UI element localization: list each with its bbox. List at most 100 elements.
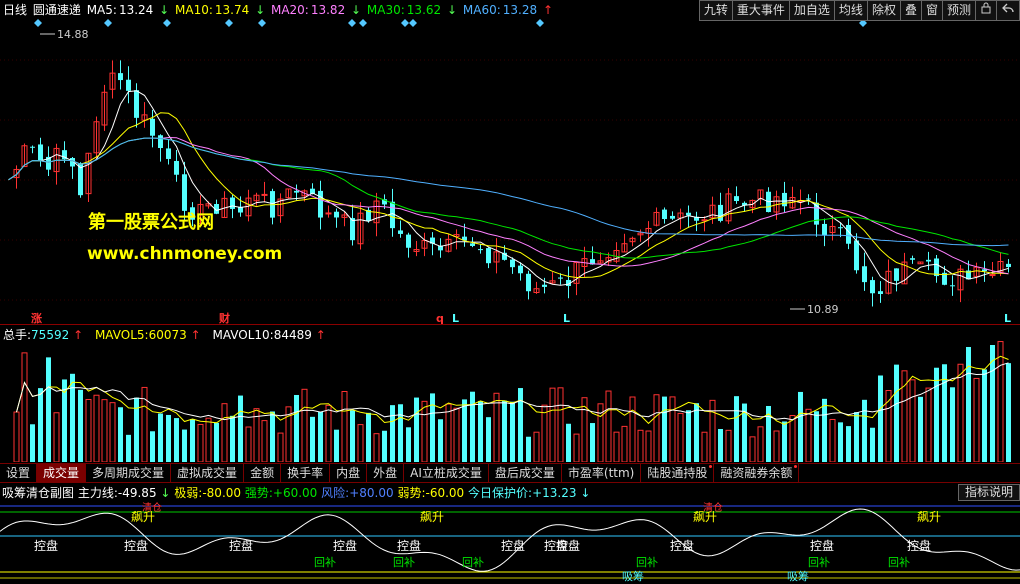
volume-bar bbox=[134, 397, 139, 462]
volume-bar bbox=[325, 404, 332, 462]
candle-body bbox=[486, 248, 491, 264]
event-marker-icon bbox=[348, 19, 356, 27]
event-marker-icon bbox=[163, 19, 171, 27]
volume-bar bbox=[373, 433, 380, 462]
candlestick-chart[interactable]: 14.8810.89涨财 q L L L bbox=[0, 0, 1020, 325]
candle-body bbox=[30, 146, 35, 148]
volume-bar bbox=[182, 429, 187, 462]
candle-body bbox=[261, 193, 268, 196]
control-label: 控盘 bbox=[907, 538, 931, 553]
candle-body bbox=[806, 198, 811, 200]
nine-turn-button[interactable]: 九转 bbox=[698, 0, 733, 21]
tab-8[interactable]: AI立桩成交量 bbox=[404, 464, 489, 483]
tab-7[interactable]: 外盘 bbox=[367, 464, 405, 483]
buyback-label: 回补 bbox=[462, 556, 484, 569]
volume-bar bbox=[854, 412, 859, 462]
volume-bar bbox=[445, 403, 452, 462]
period-label[interactable]: 日线 bbox=[3, 3, 27, 17]
major-events-button[interactable]: 重大事件 bbox=[731, 0, 790, 21]
tab-4[interactable]: 金额 bbox=[244, 464, 282, 483]
volume-bar bbox=[533, 431, 540, 462]
volume-bar bbox=[406, 427, 411, 462]
strong-label: 强势: bbox=[244, 486, 273, 500]
volume-bars[interactable] bbox=[0, 326, 1020, 462]
volume-bar bbox=[662, 396, 667, 462]
event-marker-icon bbox=[34, 19, 42, 27]
tab-3[interactable]: 虚拟成交量 bbox=[171, 464, 245, 483]
volume-bar bbox=[686, 410, 691, 462]
volume-bar bbox=[838, 422, 843, 462]
candle-body bbox=[150, 118, 155, 136]
extreme-weak-value: -80.00 bbox=[202, 486, 242, 500]
volume-bar bbox=[205, 417, 212, 462]
volume-bar bbox=[798, 391, 803, 462]
watermark-url: www.chnmoney.com bbox=[87, 244, 283, 264]
volume-bar bbox=[518, 388, 523, 462]
volume-bar bbox=[718, 428, 723, 462]
volume-chart[interactable]: 总手:75592 ↑ MAVOL5:60073 ↑ MAVOL10:84489 … bbox=[0, 326, 1020, 462]
indicator-chart[interactable]: 控盘 控盘 控盘 控盘 控盘 控盘 控盘 控盘 控盘 控盘 控盘 飙升 飙升 飙升 飙升 回补 回补 回补 回补 回补… bbox=[0, 484, 1020, 584]
chart-toolbar: 九转 重大事件 加自选 均线 除权 叠 窗 预测 bbox=[698, 0, 1020, 22]
indicator-legend: 吸筹清仓副图 主力线:-49.85 ↓ 极弱:-80.00 强势:+60.00 … bbox=[0, 484, 590, 502]
tab-5[interactable]: 换手率 bbox=[281, 464, 331, 483]
volume-bar bbox=[301, 388, 308, 462]
event-marker-icon bbox=[225, 19, 233, 27]
ma20-value: 13.82 bbox=[310, 3, 346, 17]
tab-11[interactable]: 陆股通持股 bbox=[641, 464, 715, 483]
risk-label: 风险: bbox=[321, 486, 350, 500]
volume-bar bbox=[486, 417, 491, 462]
event-marker-icon bbox=[409, 19, 417, 27]
window-button[interactable]: 窗 bbox=[920, 0, 943, 21]
volume-bar bbox=[318, 411, 323, 462]
notification-dot bbox=[794, 465, 798, 468]
volume-bar bbox=[709, 399, 716, 462]
forecast-button[interactable]: 预测 bbox=[941, 0, 976, 21]
moving-average-button[interactable]: 均线 bbox=[833, 0, 868, 21]
mavol5-value: 60073 bbox=[148, 328, 187, 342]
total-volume-arrow: ↑ bbox=[73, 328, 84, 342]
tab-2[interactable]: 多周期成交量 bbox=[86, 464, 172, 483]
indicator-name[interactable]: 吸筹清仓副图 bbox=[2, 486, 74, 500]
protect-price-label: 今日保护价: bbox=[468, 486, 533, 500]
volume-bar bbox=[549, 387, 556, 462]
volume-bar bbox=[669, 396, 676, 462]
event-marker-icon bbox=[401, 19, 409, 27]
tab-1[interactable]: 成交量 bbox=[37, 464, 87, 483]
ma60-value: 13.28 bbox=[502, 3, 538, 17]
tab-9[interactable]: 盘后成交量 bbox=[489, 464, 562, 483]
overlay-button[interactable]: 叠 bbox=[899, 0, 922, 21]
volume-bar bbox=[502, 400, 507, 462]
volume-bar bbox=[221, 403, 228, 462]
ma30-value: 13.62 bbox=[406, 3, 442, 17]
add-watchlist-button[interactable]: 加自选 bbox=[788, 0, 835, 21]
volume-bar bbox=[957, 363, 964, 462]
lock-icon[interactable] bbox=[975, 0, 997, 21]
event-marker-icon bbox=[359, 19, 367, 27]
volume-bar bbox=[93, 394, 100, 462]
volume-bar bbox=[126, 434, 131, 462]
buyback-label: 回补 bbox=[888, 556, 910, 569]
candle-body bbox=[334, 211, 339, 218]
strong-value: +60.00 bbox=[272, 486, 318, 500]
tab-10[interactable]: 市盈率(ttm) bbox=[562, 464, 642, 483]
candle-body bbox=[686, 212, 691, 216]
candle-body bbox=[526, 273, 531, 292]
ex-rights-button[interactable]: 除权 bbox=[866, 0, 901, 21]
volume-bar bbox=[734, 396, 739, 462]
price-chart[interactable]: 14.88 10.89 涨财 q L L L 日线 圆通速递 MA5: 13.24 ↓ MA1… bbox=[0, 0, 1020, 325]
candle-body bbox=[318, 190, 323, 218]
ma5-arrow: ↓ bbox=[159, 3, 170, 17]
indicator-explain-button[interactable]: 指标说明 bbox=[957, 484, 1020, 501]
ma-legend: 日线 圆通速递 MA5: 13.24 ↓ MA10: 13.74 ↓ MA20: 13… bbox=[0, 0, 708, 20]
main-line-label: 主力线: bbox=[77, 486, 118, 500]
back-icon[interactable] bbox=[996, 0, 1020, 21]
ma30-arrow: ↓ bbox=[446, 3, 458, 17]
tab-0[interactable]: 设置 bbox=[0, 464, 38, 483]
control-label: 控盘 bbox=[34, 538, 58, 553]
tab-6[interactable]: 内盘 bbox=[330, 464, 368, 483]
volume-bar bbox=[605, 390, 612, 462]
event-marker-icon bbox=[104, 19, 112, 27]
sell-label: 清仓 bbox=[142, 501, 162, 514]
tab-12[interactable]: 融资融券余额 bbox=[714, 464, 800, 483]
extreme-weak-label: 极弱: bbox=[174, 486, 203, 500]
